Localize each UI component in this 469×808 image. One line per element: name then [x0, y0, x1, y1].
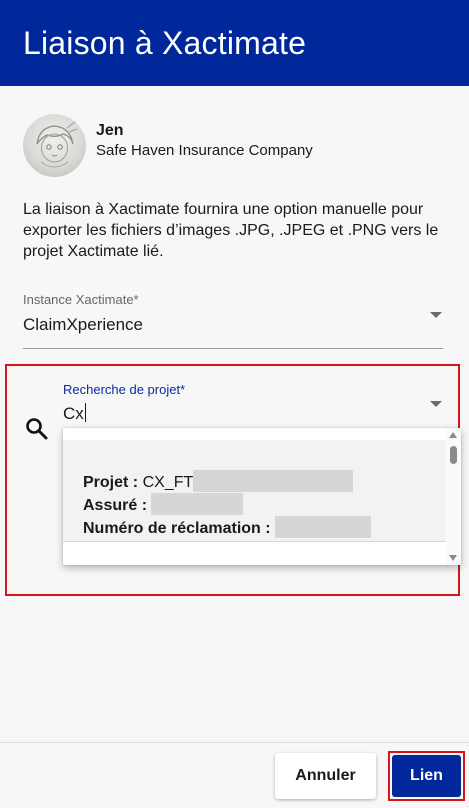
claim-field-label: Numéro de réclamation : — [83, 520, 271, 537]
dialog-header: Liaison à Xactimate — [0, 0, 469, 86]
project-result-option[interactable]: Projet : CX_FT Assuré : Numéro de réclam… — [63, 440, 446, 542]
dropdown-scrollbar[interactable] — [446, 428, 461, 565]
user-info: Jen Safe Haven Insurance Company — [23, 114, 313, 177]
project-search-input[interactable]: Cx — [63, 402, 86, 426]
project-field-value: CX_FT — [142, 474, 194, 491]
project-search-value: Cx — [63, 404, 84, 423]
user-company: Safe Haven Insurance Company — [96, 141, 313, 159]
link-button[interactable]: Lien — [392, 755, 461, 797]
project-results-dropdown: Projet : CX_FT Assuré : Numéro de réclam… — [63, 428, 461, 565]
search-icon — [26, 418, 48, 440]
instance-select[interactable]: Instance Xactimate* ClaimXperience — [23, 292, 443, 349]
avatar — [23, 114, 86, 177]
dialog-title: Liaison à Xactimate — [23, 24, 307, 61]
cancel-button[interactable]: Annuler — [275, 753, 376, 799]
project-search-label: Recherche de projet* — [63, 382, 186, 397]
instance-dropdown-arrow-icon[interactable] — [430, 312, 442, 318]
project-field-label: Projet : — [83, 474, 139, 491]
scroll-thumb[interactable] — [450, 446, 457, 464]
redacted-block — [193, 470, 354, 492]
redacted-block — [151, 493, 244, 515]
scroll-down-arrow-icon[interactable] — [449, 555, 457, 561]
text-caret — [84, 403, 86, 422]
insured-field-label: Assuré : — [83, 497, 148, 514]
instance-value[interactable]: ClaimXperience — [23, 313, 443, 337]
instance-label: Instance Xactimate* — [23, 292, 139, 307]
footer-divider — [0, 742, 469, 743]
scroll-up-arrow-icon[interactable] — [449, 432, 457, 438]
instance-underline — [23, 348, 443, 349]
description-text: La liaison à Xactimate fournira une opti… — [23, 201, 439, 260]
redacted-block — [275, 516, 372, 538]
user-name: Jen — [96, 121, 124, 139]
project-dropdown-arrow-icon[interactable] — [430, 401, 442, 407]
